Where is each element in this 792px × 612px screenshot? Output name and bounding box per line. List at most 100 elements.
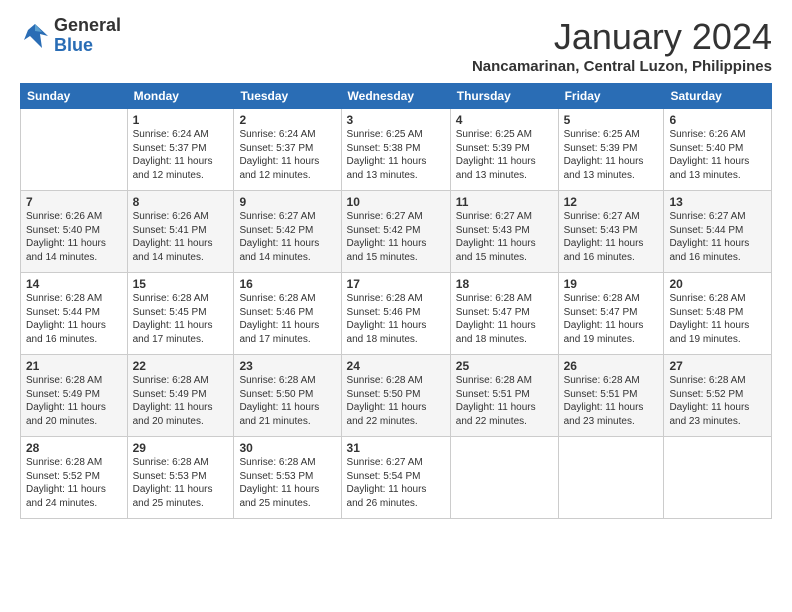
day-number: 15 [133,277,229,291]
table-row: 4Sunrise: 6:25 AM Sunset: 5:39 PM Daylig… [450,109,558,191]
day-number: 28 [26,441,122,455]
page: General Blue January 2024 Nancamarinan, … [0,0,792,531]
logo: General Blue [20,16,121,56]
table-row: 23Sunrise: 6:28 AM Sunset: 5:50 PM Dayli… [234,355,341,437]
day-number: 23 [239,359,335,373]
day-number: 29 [133,441,229,455]
day-number: 11 [456,195,553,209]
day-number: 9 [239,195,335,209]
day-number: 19 [564,277,659,291]
day-info: Sunrise: 6:28 AM Sunset: 5:47 PM Dayligh… [564,292,659,346]
day-number: 3 [347,113,445,127]
table-row: 13Sunrise: 6:27 AM Sunset: 5:44 PM Dayli… [664,191,772,273]
day-info: Sunrise: 6:28 AM Sunset: 5:53 PM Dayligh… [239,456,335,510]
day-info: Sunrise: 6:24 AM Sunset: 5:37 PM Dayligh… [239,128,335,182]
day-info: Sunrise: 6:28 AM Sunset: 5:51 PM Dayligh… [564,374,659,428]
day-info: Sunrise: 6:25 AM Sunset: 5:38 PM Dayligh… [347,128,445,182]
day-info: Sunrise: 6:28 AM Sunset: 5:48 PM Dayligh… [669,292,766,346]
day-number: 18 [456,277,553,291]
table-row: 10Sunrise: 6:27 AM Sunset: 5:42 PM Dayli… [341,191,450,273]
day-info: Sunrise: 6:26 AM Sunset: 5:40 PM Dayligh… [26,210,122,264]
logo-general: General [54,16,121,36]
table-row: 28Sunrise: 6:28 AM Sunset: 5:52 PM Dayli… [21,437,128,519]
day-number: 25 [456,359,553,373]
month-title: January 2024 [472,16,772,58]
logo-text: General Blue [54,16,121,56]
table-row: 27Sunrise: 6:28 AM Sunset: 5:52 PM Dayli… [664,355,772,437]
table-row: 5Sunrise: 6:25 AM Sunset: 5:39 PM Daylig… [558,109,664,191]
table-row: 20Sunrise: 6:28 AM Sunset: 5:48 PM Dayli… [664,273,772,355]
header: General Blue January 2024 Nancamarinan, … [20,16,772,75]
table-row: 25Sunrise: 6:28 AM Sunset: 5:51 PM Dayli… [450,355,558,437]
day-number: 16 [239,277,335,291]
day-info: Sunrise: 6:28 AM Sunset: 5:47 PM Dayligh… [456,292,553,346]
day-info: Sunrise: 6:27 AM Sunset: 5:43 PM Dayligh… [456,210,553,264]
day-info: Sunrise: 6:28 AM Sunset: 5:44 PM Dayligh… [26,292,122,346]
day-number: 30 [239,441,335,455]
calendar-week-row: 21Sunrise: 6:28 AM Sunset: 5:49 PM Dayli… [21,355,772,437]
calendar-week-row: 7Sunrise: 6:26 AM Sunset: 5:40 PM Daylig… [21,191,772,273]
col-friday: Friday [558,84,664,109]
calendar-week-row: 28Sunrise: 6:28 AM Sunset: 5:52 PM Dayli… [21,437,772,519]
table-row: 18Sunrise: 6:28 AM Sunset: 5:47 PM Dayli… [450,273,558,355]
day-number: 31 [347,441,445,455]
day-number: 13 [669,195,766,209]
col-sunday: Sunday [21,84,128,109]
day-info: Sunrise: 6:28 AM Sunset: 5:46 PM Dayligh… [239,292,335,346]
day-number: 24 [347,359,445,373]
table-row: 11Sunrise: 6:27 AM Sunset: 5:43 PM Dayli… [450,191,558,273]
day-number: 8 [133,195,229,209]
day-info: Sunrise: 6:25 AM Sunset: 5:39 PM Dayligh… [456,128,553,182]
day-info: Sunrise: 6:27 AM Sunset: 5:42 PM Dayligh… [239,210,335,264]
logo-blue: Blue [54,36,121,56]
col-wednesday: Wednesday [341,84,450,109]
table-row: 14Sunrise: 6:28 AM Sunset: 5:44 PM Dayli… [21,273,128,355]
day-info: Sunrise: 6:28 AM Sunset: 5:50 PM Dayligh… [347,374,445,428]
day-info: Sunrise: 6:24 AM Sunset: 5:37 PM Dayligh… [133,128,229,182]
day-info: Sunrise: 6:28 AM Sunset: 5:50 PM Dayligh… [239,374,335,428]
day-number: 7 [26,195,122,209]
day-info: Sunrise: 6:25 AM Sunset: 5:39 PM Dayligh… [564,128,659,182]
table-row: 7Sunrise: 6:26 AM Sunset: 5:40 PM Daylig… [21,191,128,273]
calendar-week-row: 14Sunrise: 6:28 AM Sunset: 5:44 PM Dayli… [21,273,772,355]
table-row [21,109,128,191]
table-row: 2Sunrise: 6:24 AM Sunset: 5:37 PM Daylig… [234,109,341,191]
day-info: Sunrise: 6:28 AM Sunset: 5:52 PM Dayligh… [26,456,122,510]
table-row: 24Sunrise: 6:28 AM Sunset: 5:50 PM Dayli… [341,355,450,437]
day-number: 2 [239,113,335,127]
day-info: Sunrise: 6:28 AM Sunset: 5:49 PM Dayligh… [26,374,122,428]
table-row: 12Sunrise: 6:27 AM Sunset: 5:43 PM Dayli… [558,191,664,273]
table-row: 21Sunrise: 6:28 AM Sunset: 5:49 PM Dayli… [21,355,128,437]
table-row: 1Sunrise: 6:24 AM Sunset: 5:37 PM Daylig… [127,109,234,191]
day-number: 12 [564,195,659,209]
col-tuesday: Tuesday [234,84,341,109]
calendar-table: Sunday Monday Tuesday Wednesday Thursday… [20,83,772,519]
table-row: 26Sunrise: 6:28 AM Sunset: 5:51 PM Dayli… [558,355,664,437]
table-row [558,437,664,519]
day-number: 6 [669,113,766,127]
table-row: 22Sunrise: 6:28 AM Sunset: 5:49 PM Dayli… [127,355,234,437]
day-info: Sunrise: 6:28 AM Sunset: 5:45 PM Dayligh… [133,292,229,346]
table-row: 30Sunrise: 6:28 AM Sunset: 5:53 PM Dayli… [234,437,341,519]
day-number: 20 [669,277,766,291]
day-number: 22 [133,359,229,373]
day-number: 5 [564,113,659,127]
table-row: 19Sunrise: 6:28 AM Sunset: 5:47 PM Dayli… [558,273,664,355]
day-number: 17 [347,277,445,291]
day-number: 10 [347,195,445,209]
calendar-header-row: Sunday Monday Tuesday Wednesday Thursday… [21,84,772,109]
day-number: 21 [26,359,122,373]
table-row [450,437,558,519]
day-number: 4 [456,113,553,127]
day-number: 26 [564,359,659,373]
day-info: Sunrise: 6:27 AM Sunset: 5:54 PM Dayligh… [347,456,445,510]
col-monday: Monday [127,84,234,109]
day-info: Sunrise: 6:28 AM Sunset: 5:46 PM Dayligh… [347,292,445,346]
day-info: Sunrise: 6:28 AM Sunset: 5:52 PM Dayligh… [669,374,766,428]
table-row: 29Sunrise: 6:28 AM Sunset: 5:53 PM Dayli… [127,437,234,519]
day-info: Sunrise: 6:27 AM Sunset: 5:43 PM Dayligh… [564,210,659,264]
day-info: Sunrise: 6:28 AM Sunset: 5:51 PM Dayligh… [456,374,553,428]
day-info: Sunrise: 6:27 AM Sunset: 5:44 PM Dayligh… [669,210,766,264]
day-number: 27 [669,359,766,373]
col-thursday: Thursday [450,84,558,109]
